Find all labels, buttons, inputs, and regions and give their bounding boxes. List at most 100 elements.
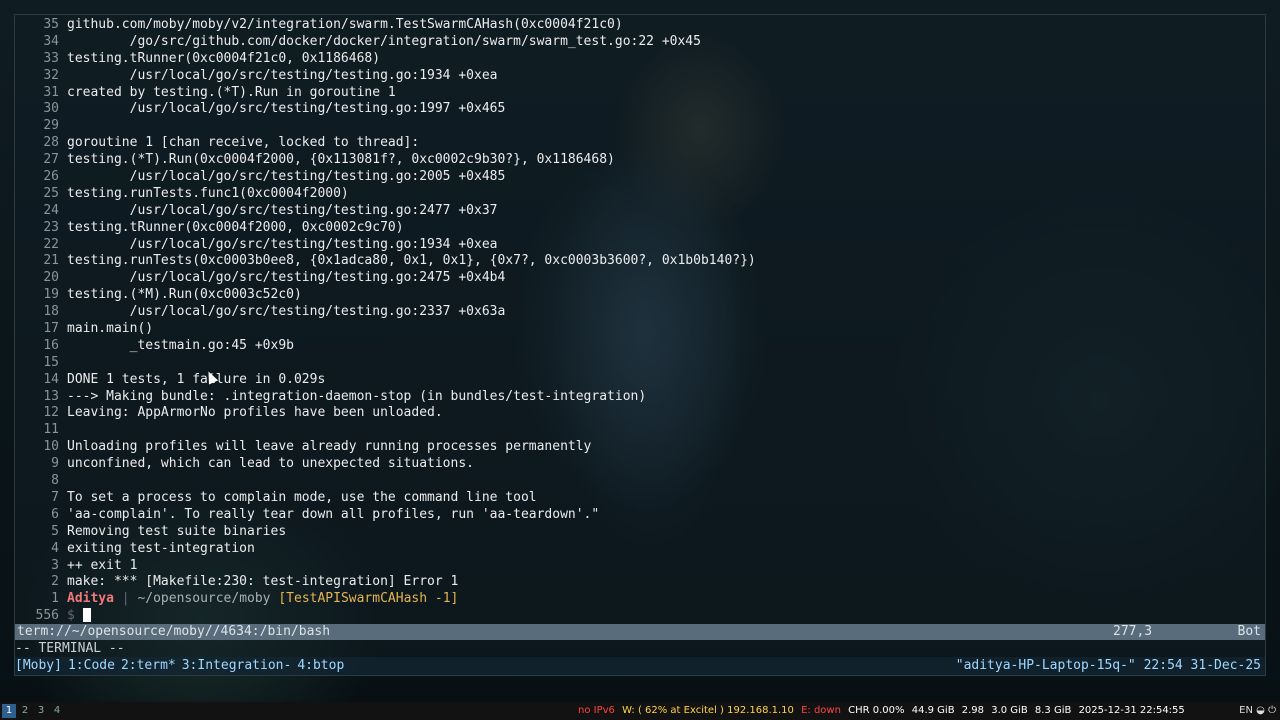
line-text: /usr/local/go/src/testing/testing.go:247… [67,202,498,218]
line-text: created by testing.(*T).Run in goroutine… [67,84,396,100]
terminal-line: 8 [15,473,1265,490]
line-text: main.main() [67,321,154,337]
terminal-line: 33 testing.tRunner(0xc0004f21c0, 0x118646… [15,51,1265,68]
line-text: testing.tRunner(0xc0004f2000, 0xc0002c9c… [67,219,404,235]
line-number: 32 [43,67,59,83]
prompt-path: ~/opensource/moby [137,591,271,607]
buffer-name: term://~/opensource/moby//4634:/bin/bash [17,624,331,639]
line-number: 20 [43,270,59,286]
tmux-window-4[interactable]: 4:btop [297,658,344,673]
prompt-dollar: $ [67,608,75,624]
line-text: /go/src/github.com/docker/docker/integra… [67,33,701,49]
ipv6-status: no IPv6 [578,705,615,716]
line-text: 'aa-complain'. To really tear down all p… [67,506,600,522]
line-text: /usr/local/go/src/testing/testing.go:199… [67,101,506,117]
line-text: testing.(*T).Run(0xc0004f2000, {0x113081… [67,152,615,168]
status-widgets: no IPv6 W: ( 62% at Excitel ) 192.168.1.… [578,702,1189,720]
power-icon[interactable]: ⏻ [1268,705,1276,716]
terminal-line: 6 'aa-complain'. To really tear down all … [15,507,1265,524]
line-number: 23 [43,219,59,235]
line-text: /usr/local/go/src/testing/testing.go:233… [67,304,506,320]
tmux-statusbar: [Moby] 1:Code 2:term* 3:Integration- 4:btop … [15,657,1265,675]
cursor-position: 277,3 [1113,624,1153,639]
terminal-line: 32 /usr/local/go/src/testing/testing.go:… [15,68,1265,85]
line-text: /usr/local/go/src/testing/testing.go:193… [67,236,498,252]
terminal-line: 19 testing.(*M).Run(0xc0003c52c0) [15,287,1265,304]
tmux-window-2[interactable]: 2:term* [121,658,176,673]
line-number: 11 [43,422,59,438]
terminal-line: 20 /usr/local/go/src/testing/testing.go:… [15,270,1265,287]
workspace-4[interactable]: 4 [50,704,64,718]
charge-status: CHR 0.00% [848,705,905,716]
prompt-branch: [TestAPISwarmCAHash -1] [278,591,459,607]
terminal-line: 34 /go/src/github.com/docker/docker/inte… [15,34,1265,51]
terminal-line: 35 github.com/moby/moby/v2/integration/sw… [15,17,1265,34]
prompt-separator: | [113,591,138,607]
line-text: testing.tRunner(0xc0004f21c0, 0x1186468) [67,50,381,66]
terminal-line: 27 testing.(*T).Run(0xc0004f2000, {0x1130… [15,152,1265,169]
keyboard-layout[interactable]: EN [1239,705,1253,716]
text-cursor [82,608,91,623]
line-number: 15 [43,354,59,370]
line-number: 4 [51,540,59,556]
system-tray[interactable]: EN ◒ ⏻ [1239,702,1276,720]
memory-status: 3.0 GiB [991,705,1028,716]
line-number: 1 [51,591,59,607]
workspace-1[interactable]: 1 [2,704,16,718]
line-text: ---> Making bundle: .integration-daemon-… [67,388,647,404]
line-text: make: *** [Makefile:230: test-integratio… [67,574,459,590]
line-number: 556 [35,608,59,624]
line-text: testing.runTests.func1(0xc0004f2000) [67,185,349,201]
terminal-output: 35 github.com/moby/moby/v2/integration/sw… [15,17,1265,625]
prompt-user: Aditya [67,591,114,607]
line-text: github.com/moby/moby/v2/integration/swar… [67,17,623,32]
swap-status: 8.3 GiB [1034,705,1072,716]
terminal-line: 16 _testmain.go:45 +0x9b [15,338,1265,355]
terminal-line: 18 /usr/local/go/src/testing/testing.go:… [15,304,1265,321]
line-text: DONE 1 tests, 1 failure in 0.029s [67,371,326,387]
terminal-window[interactable]: 35 github.com/moby/moby/v2/integration/sw… [14,14,1266,676]
load-status: 2.98 [961,705,985,716]
line-number: 33 [43,50,59,66]
tmux-window-3[interactable]: 3:Integration- [182,658,292,673]
line-number: 22 [43,236,59,252]
line-text: unconfined, which can lead to unexpected… [67,456,474,472]
line-number: 2 [51,574,59,590]
line-text: To set a process to complain mode, use t… [67,489,537,505]
line-number: 17 [43,321,59,337]
clock: 2025-12-31 22:54:55 [1078,705,1185,716]
line-text: Unloading profiles will leave already ru… [67,439,592,455]
terminal-line: 3 ++ exit 1 [15,558,1265,575]
line-text: Removing test suite binaries [67,523,287,539]
line-number: 14 [43,371,59,387]
terminal-line: 7 To set a process to complain mode, use … [15,490,1265,507]
terminal-line: 14 DONE 1 tests, 1 failure in 0.029s [15,372,1265,389]
line-number: 16 [43,337,59,353]
terminal-line: 23 testing.tRunner(0xc0004f2000, 0xc0002c… [15,220,1265,237]
line-text: _testmain.go:45 +0x9b [67,337,294,353]
workspace-3[interactable]: 3 [34,704,48,718]
wifi-icon[interactable]: ◒ [1256,705,1265,716]
mode-indicator: -- TERMINAL -- [15,641,125,656]
line-text: /usr/local/go/src/testing/testing.go:247… [67,270,506,286]
line-number: 5 [51,523,59,539]
line-number: 6 [51,506,59,522]
line-text: /usr/local/go/src/testing/testing.go:200… [67,169,506,185]
terminal-line: 29 [15,118,1265,135]
line-number: 31 [43,84,59,100]
line-number: 30 [43,101,59,117]
terminal-line: 31 created by testing.(*T).Run in gorouti… [15,85,1265,102]
command-input-line[interactable]: 556 $ [15,608,1265,625]
tmux-window-1[interactable]: 1:Code [68,658,115,673]
workspace-2[interactable]: 2 [18,704,32,718]
line-number: 21 [43,253,59,269]
line-text: /usr/local/go/src/testing/testing.go:193… [67,67,498,83]
line-number: 9 [51,456,59,472]
scroll-indicator: Bot [1237,624,1261,639]
terminal-line: 21 testing.runTests(0xc0003b0ee8, {0x1adc… [15,253,1265,270]
terminal-line: 28 goroutine 1 [chan receive, locked to t… [15,135,1265,152]
wifi-status: W: ( 62% at Excitel ) 192.168.1.10 [622,705,794,716]
disk-status: 44.9 GiB [911,705,955,716]
line-number: 24 [43,202,59,218]
terminal-line: 25 testing.runTests.func1(0xc0004f2000) [15,186,1265,203]
